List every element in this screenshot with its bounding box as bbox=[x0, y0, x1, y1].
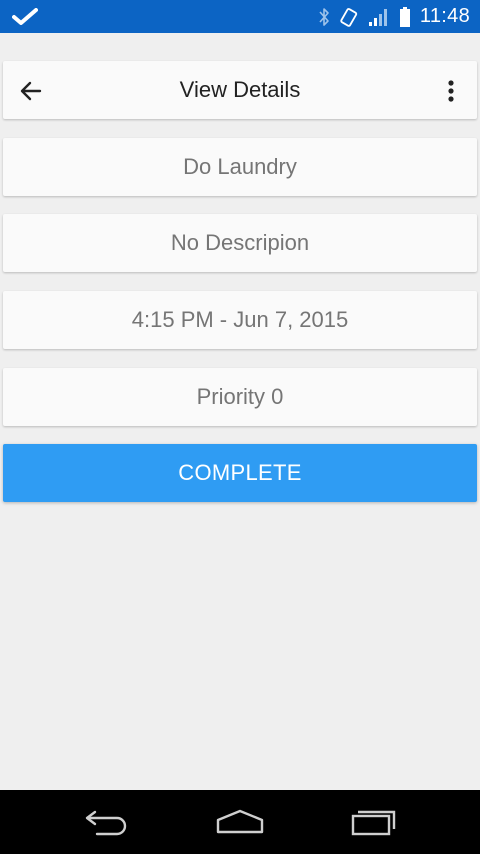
task-datetime-card: 4:15 PM - Jun 7, 2015 bbox=[3, 291, 477, 349]
status-bar: 11:48 bbox=[0, 0, 480, 33]
task-priority-card: Priority 0 bbox=[3, 368, 477, 426]
complete-button[interactable]: COMPLETE bbox=[3, 444, 477, 502]
task-name-card: Do Laundry bbox=[3, 138, 477, 196]
task-description: No Descripion bbox=[170, 230, 310, 255]
more-vertical-icon bbox=[448, 80, 454, 102]
task-name: Do Laundry bbox=[183, 154, 297, 179]
home-icon bbox=[216, 809, 264, 834]
back-icon bbox=[85, 810, 127, 836]
status-icons: 11:48 bbox=[318, 0, 470, 33]
nav-recents-button[interactable] bbox=[348, 804, 400, 840]
overflow-menu-button[interactable] bbox=[437, 75, 465, 107]
navigation-bar bbox=[0, 790, 480, 854]
page-title: View Details bbox=[179, 77, 301, 102]
check-icon bbox=[12, 8, 38, 25]
signal-icon bbox=[368, 8, 387, 26]
back-button[interactable] bbox=[15, 75, 47, 107]
task-description-card: No Descripion bbox=[3, 214, 477, 272]
task-priority: Priority 0 bbox=[196, 384, 284, 409]
status-time: 11:48 bbox=[419, 5, 470, 27]
nav-back-button[interactable] bbox=[82, 804, 132, 840]
toolbar: View Details bbox=[3, 61, 477, 119]
bluetooth-icon bbox=[319, 7, 329, 26]
task-datetime: 4:15 PM - Jun 7, 2015 bbox=[131, 307, 349, 332]
nav-home-button[interactable] bbox=[214, 804, 266, 840]
arrow-left-icon bbox=[20, 81, 42, 101]
vibrate-icon bbox=[340, 7, 358, 27]
recents-icon bbox=[351, 810, 396, 836]
battery-icon bbox=[399, 6, 410, 27]
